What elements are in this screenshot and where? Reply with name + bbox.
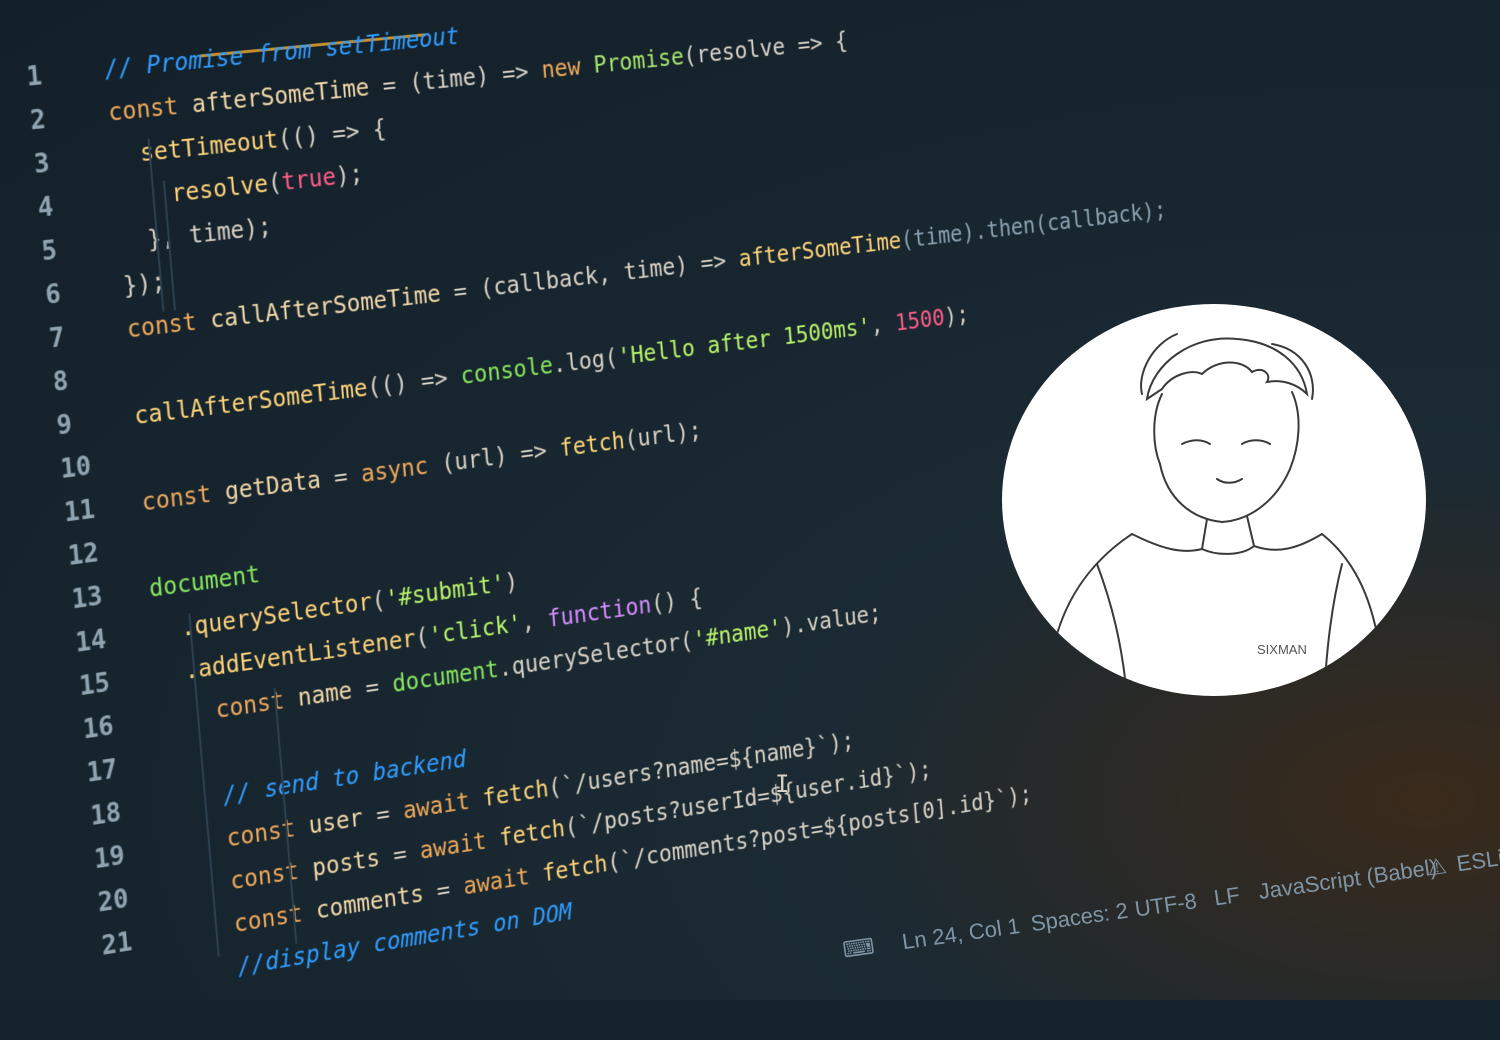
code-token: user <box>307 804 364 840</box>
code-token: fetch <box>541 850 609 888</box>
code-line[interactable]: document <box>148 560 261 602</box>
text-cursor-icon: I <box>775 770 790 798</box>
line-number: 14 <box>74 624 108 659</box>
code-token: (resolve => { <box>682 27 849 70</box>
eol-setting[interactable]: LF <box>1212 882 1241 911</box>
code-area[interactable]: // Promise from setTimeout const afterSom… <box>24 0 1346 980</box>
code-token: ).value; <box>780 599 883 641</box>
code-token: getData <box>223 466 322 506</box>
code-token: fetch <box>481 775 550 813</box>
code-token: '#name' <box>691 614 783 654</box>
code-token: document <box>391 655 500 698</box>
code-token: = <box>319 460 363 494</box>
code-token: await <box>462 860 544 901</box>
avatar-sketch-icon: SIXMAN <box>1056 333 1378 696</box>
code-token: name <box>296 676 354 712</box>
line-number: 1 <box>25 61 44 93</box>
line-number: 8 <box>51 366 70 399</box>
code-token: ); <box>334 160 365 191</box>
line-number: 21 <box>100 927 134 962</box>
line-number: 10 <box>59 451 93 486</box>
code-token: await <box>401 785 484 825</box>
encoding-setting[interactable]: UTF-8 <box>1133 888 1198 922</box>
code-token: new <box>540 52 595 84</box>
code-token: posts <box>311 844 381 883</box>
code-token: comments <box>314 880 425 925</box>
code-token: , <box>869 310 897 340</box>
code-token: const <box>125 306 212 344</box>
line-number: 6 <box>44 279 63 311</box>
shirt-text: SIXMAN <box>1257 642 1307 657</box>
code-token: (time).then(callback); <box>900 197 1168 254</box>
line-number: 13 <box>70 581 104 616</box>
code-token: fetch <box>558 427 626 463</box>
code-token: const <box>140 478 227 517</box>
code-token: await <box>418 825 501 865</box>
code-token: 'Hello after 1500ms' <box>616 313 872 371</box>
lint-status[interactable]: ESLint <box>1455 843 1500 878</box>
line-number: 4 <box>36 192 55 224</box>
code-token: (() => { <box>276 114 388 154</box>
code-line[interactable]: const afterSomeTime = (time) => new Prom… <box>107 27 848 126</box>
code-line[interactable]: const getData = async (url) => fetch(url… <box>141 417 703 516</box>
warning-icon[interactable]: ⚠ <box>1425 853 1448 881</box>
code-token: afterSomeTime <box>737 227 903 273</box>
code-token: (() => <box>366 362 462 402</box>
code-token: callAfterSomeTime <box>133 374 369 430</box>
line-number: 18 <box>89 797 123 833</box>
code-token: (url); <box>623 417 703 454</box>
code-token: ); <box>943 301 970 331</box>
code-token: console <box>459 351 554 390</box>
code-token: afterSomeTime <box>190 73 371 119</box>
editor-photo: 1 2 3 4 5 6 7 8 9 10 11 12 13 14 15 16 17 18 19 20 21 // Pro… <box>0 0 1500 1000</box>
line-number: 16 <box>81 711 115 746</box>
code-line[interactable]: const callAfterSomeTime = (callback, tim… <box>126 197 1167 343</box>
code-token: function <box>546 591 653 633</box>
code-token: = <box>361 797 405 831</box>
code-token: async <box>359 450 443 488</box>
cursor-position[interactable]: Ln 24, Col 1 <box>900 913 1021 955</box>
line-number: 17 <box>85 754 119 789</box>
line-number: 19 <box>93 841 126 876</box>
code-token: Promise <box>592 43 685 79</box>
code-token: const <box>107 90 194 127</box>
line-number: 12 <box>66 538 100 572</box>
code-token: , <box>520 606 549 637</box>
code-token: = <box>378 837 422 872</box>
terminal-icon[interactable]: ⌨ <box>841 933 876 963</box>
line-number: 11 <box>63 494 97 529</box>
code-token: setTimeout <box>110 125 280 171</box>
code-token: 1500 <box>894 304 946 337</box>
code-token: ) <box>503 567 519 597</box>
avatar: SIXMAN <box>1002 304 1426 696</box>
code-token: = (callback, time) => <box>439 246 740 307</box>
code-token: fetch <box>498 814 567 852</box>
code-token: '#submit' <box>384 569 506 614</box>
line-number: 2 <box>29 105 47 137</box>
code-token: = <box>422 873 465 907</box>
line-number: 3 <box>32 148 51 181</box>
indentation-setting[interactable]: Spaces: 2 <box>1029 898 1130 937</box>
code-token: (url) => <box>440 435 561 478</box>
line-number: 7 <box>47 323 66 355</box>
code-token: true <box>280 163 338 196</box>
line-number: 20 <box>96 884 130 919</box>
code-token: document <box>148 560 261 603</box>
code-token: callAfterSomeTime <box>209 280 442 334</box>
code-token: () { <box>650 584 704 618</box>
code-token: .log( <box>551 343 619 379</box>
code-token: = (time) => <box>368 57 543 101</box>
code-token: }, time); <box>118 212 273 257</box>
line-number: 5 <box>40 235 59 268</box>
code-line[interactable]: }, time); <box>118 213 272 257</box>
code-token: = <box>350 670 394 704</box>
line-number: 15 <box>78 668 112 703</box>
code-token: 'click' <box>427 609 523 650</box>
code-token: resolve <box>114 170 270 214</box>
line-number: 9 <box>55 410 74 442</box>
language-mode[interactable]: JavaScript (Babel) <box>1257 854 1439 905</box>
